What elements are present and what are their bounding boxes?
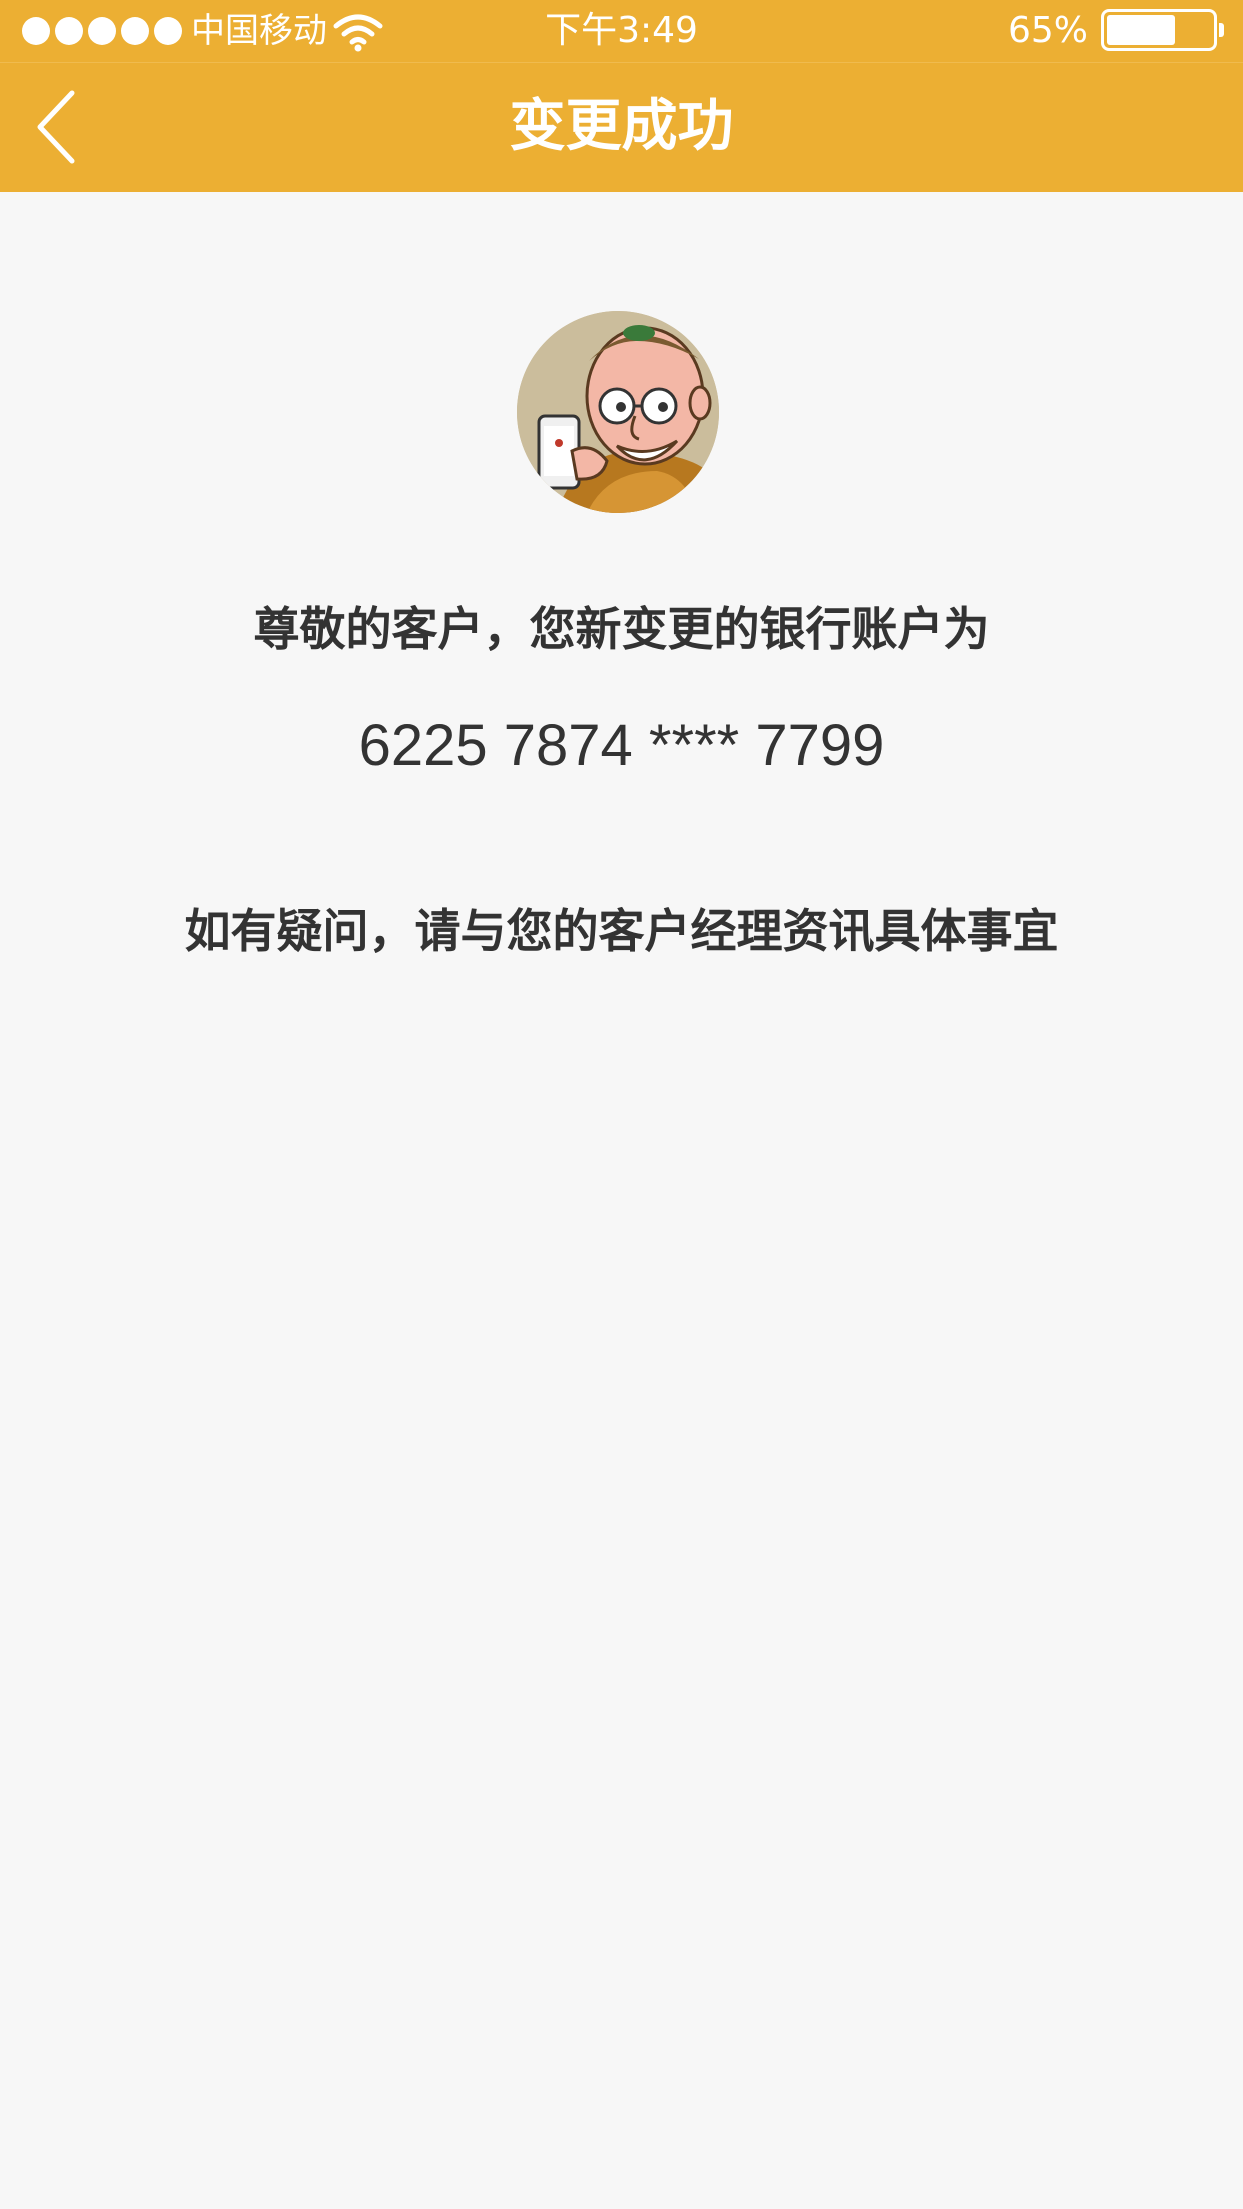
success-message: 尊敬的客户，您新变更的银行账户为: [253, 602, 990, 656]
cartoon-avatar-icon: [517, 311, 719, 513]
contact-hint: 如有疑问，请与您的客户经理资讯具体事宜: [184, 904, 1059, 958]
battery-percent: 65%: [1007, 10, 1088, 51]
status-bar: 中国移动 下午3:49 65%: [0, 0, 1243, 62]
battery-icon: [1101, 9, 1224, 51]
avatar: [517, 311, 719, 513]
battery-level-fill: [1107, 15, 1175, 45]
page-title: 变更成功: [509, 94, 734, 159]
account-number: 6225 7874 **** 7799: [358, 713, 885, 778]
navigation-bar: 变更成功: [0, 62, 1243, 192]
battery-nub: [1219, 23, 1224, 37]
